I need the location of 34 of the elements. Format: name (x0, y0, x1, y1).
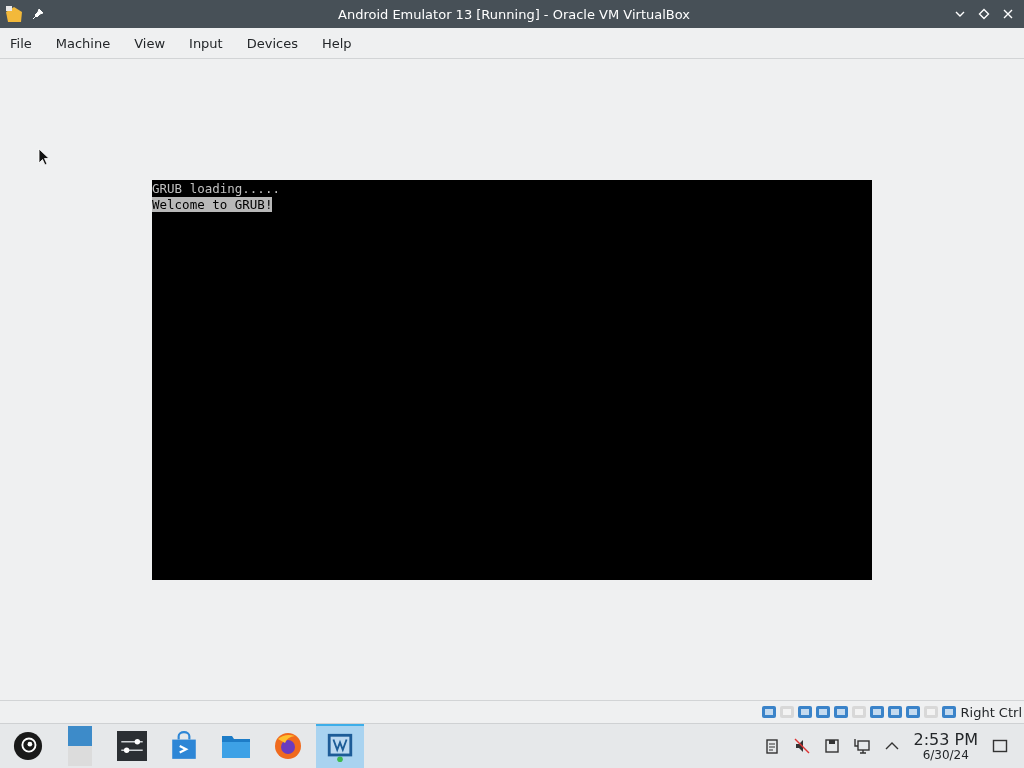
host-key-label: Right Ctrl (960, 704, 1022, 720)
sliders-icon (117, 731, 147, 761)
desktop-pager-icon (68, 726, 92, 766)
muted-speaker-icon[interactable] (793, 738, 810, 754)
window-title: Android Emulator 13 [Running] - Oracle VM VirtualBox (337, 6, 690, 22)
status-icon[interactable] (814, 704, 831, 720)
menu-item[interactable]: View (134, 35, 166, 51)
shopping-bag-icon (169, 731, 199, 761)
menu-item[interactable]: Machine (55, 35, 111, 51)
network-icon[interactable] (853, 738, 870, 754)
console-line: GRUB loading..... (152, 181, 280, 196)
status-icon[interactable] (868, 704, 885, 720)
status-icon[interactable] (832, 704, 849, 720)
status-icon[interactable] (904, 704, 921, 720)
clock-date[interactable]: 6/30/24 (922, 748, 969, 761)
clipboard-icon[interactable] (763, 738, 780, 754)
app-icon (4, 4, 24, 24)
menu-item[interactable]: Devices (246, 35, 298, 51)
menu-item[interactable]: File (10, 35, 32, 51)
close-icon[interactable] (1002, 8, 1014, 20)
maximize-icon[interactable] (978, 8, 990, 20)
clock-time[interactable]: 2:53 PM (913, 731, 978, 748)
status-icon[interactable] (940, 704, 957, 720)
cursor-icon (38, 148, 50, 166)
save-icon[interactable] (823, 738, 840, 754)
app-launcher-icon (13, 731, 43, 761)
pin-icon[interactable] (32, 8, 44, 20)
status-icon[interactable] (760, 704, 777, 720)
show-desktop-icon[interactable] (992, 738, 1008, 754)
status-icon[interactable] (796, 704, 813, 720)
browser-icon (273, 731, 303, 761)
status-icon[interactable] (886, 704, 903, 720)
menu-item[interactable]: Help (321, 35, 352, 51)
menu-item[interactable]: Input (189, 35, 223, 51)
